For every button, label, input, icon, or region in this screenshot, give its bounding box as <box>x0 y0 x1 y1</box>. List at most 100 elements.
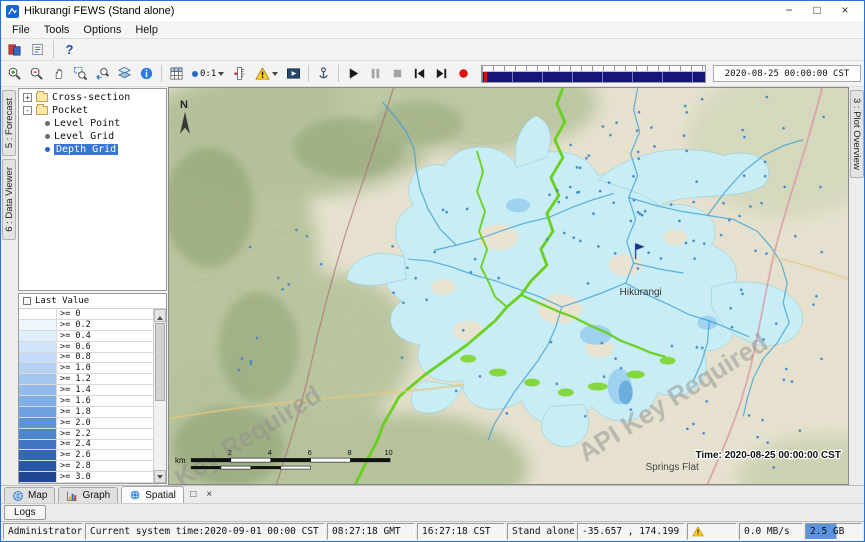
flood-map-svg: API Key Required API Key Required N Hiku… <box>169 88 848 484</box>
view-maximize-button[interactable]: □ <box>187 488 200 502</box>
timeline-slider[interactable] <box>481 65 706 83</box>
legend-label: >= 2.2 <box>57 429 153 439</box>
profile-tool-icon[interactable] <box>313 63 334 84</box>
chevron-down-icon <box>218 72 224 79</box>
skip-to-end-button[interactable] <box>431 63 452 84</box>
tree-row[interactable]: Level Point <box>19 117 166 130</box>
legend-row: >= 2.2 <box>19 429 153 440</box>
help-icon[interactable]: ? <box>59 39 80 60</box>
logs-button[interactable]: Logs <box>4 505 46 520</box>
zoom-previous-icon[interactable] <box>92 63 113 84</box>
record-button[interactable] <box>453 63 474 84</box>
legend-color-swatch <box>19 440 57 450</box>
legend-label: >= 1.0 <box>57 363 153 373</box>
info-icon[interactable] <box>136 63 157 84</box>
pause-button[interactable] <box>365 63 386 84</box>
status-local-time: 16:27:18 CST <box>417 523 505 540</box>
filter-tree: + Cross-section - Pocket Level Point Lev… <box>18 88 167 291</box>
legend-header: Last Value <box>19 294 166 309</box>
maximize-button[interactable]: □ <box>803 2 831 20</box>
toolbar-separator <box>161 65 162 82</box>
last-value-checkbox[interactable] <box>23 297 31 305</box>
menu-file[interactable]: File <box>5 23 37 37</box>
tree-row-selected[interactable]: Depth Grid <box>19 143 166 156</box>
expand-icon[interactable]: + <box>23 93 32 102</box>
legend-table: >= 0 >= 0.2 >= 0.4 <box>19 309 153 483</box>
tab-spatial[interactable]: Spatial <box>121 486 184 503</box>
tree-row[interactable]: + Cross-section <box>19 91 166 104</box>
logs-row: Logs <box>1 503 864 521</box>
svg-text:6: 6 <box>308 448 312 457</box>
legend-label: >= 2.0 <box>57 418 153 428</box>
timeline-cursor[interactable] <box>484 72 487 82</box>
tab-graph[interactable]: Graph <box>58 487 118 503</box>
legend-color-swatch <box>19 396 57 406</box>
timeline-bar[interactable] <box>482 72 705 82</box>
svg-text:8: 8 <box>347 448 351 457</box>
legend-label: >= 1.6 <box>57 396 153 406</box>
map-toolbar: 0:1 <box>1 61 864 87</box>
menu-help[interactable]: Help <box>128 23 165 37</box>
skip-to-start-button[interactable] <box>409 63 430 84</box>
collapse-icon[interactable]: - <box>23 106 32 115</box>
legend-row: >= 1.4 <box>19 385 153 396</box>
menu-tools[interactable]: Tools <box>37 23 77 37</box>
menu-options[interactable]: Options <box>76 23 128 37</box>
layers-icon[interactable] <box>114 63 135 84</box>
legend-label: >= 0.2 <box>57 320 153 330</box>
zoom-out-icon[interactable] <box>26 63 47 84</box>
svg-text:N: N <box>180 99 188 111</box>
database-icon[interactable] <box>4 39 25 60</box>
globe-icon <box>12 490 24 502</box>
legend-row: >= 0.6 <box>19 342 153 353</box>
status-warning-cell[interactable] <box>687 523 737 540</box>
map-view[interactable]: API Key Required API Key Required N Hiku… <box>168 87 849 485</box>
zoom-area-icon[interactable] <box>70 63 91 84</box>
tab-forecast[interactable]: 5 : Forecast <box>2 90 16 156</box>
tree-row[interactable]: Level Grid <box>19 130 166 143</box>
play-button[interactable] <box>343 63 364 84</box>
config-icon[interactable] <box>27 39 48 60</box>
animation-icon[interactable] <box>283 63 304 84</box>
view-close-button[interactable]: × <box>203 488 216 502</box>
current-datetime: 2020-08-25 00:00:00 CST <box>713 65 861 82</box>
chart-icon <box>66 490 78 502</box>
zoom-in-icon[interactable] <box>4 63 25 84</box>
spatial-sphere-icon <box>129 489 141 501</box>
scroll-down-icon[interactable] <box>154 470 166 483</box>
legend-row: >= 2.8 <box>19 461 153 472</box>
tab-plot-overview[interactable]: 3 : Plot Overview <box>850 90 864 178</box>
legend-panel: Last Value >= 0 >= 0.2 <box>18 293 167 484</box>
grid-display-icon[interactable] <box>166 63 187 84</box>
pan-hand-icon[interactable] <box>48 63 69 84</box>
minimize-button[interactable]: − <box>775 2 803 20</box>
scale-ruler-icon[interactable] <box>229 63 250 84</box>
scroll-up-icon[interactable] <box>154 309 166 322</box>
status-download-speed: 0.0 MB/s <box>739 523 803 540</box>
stop-button[interactable] <box>387 63 408 84</box>
status-memory: 2.5 GB <box>805 523 862 540</box>
legend-color-swatch <box>19 309 57 319</box>
warning-icon <box>692 526 704 537</box>
tab-map[interactable]: Map <box>4 487 55 503</box>
legend-row: >= 0.4 <box>19 331 153 342</box>
legend-title: Last Value <box>35 296 89 306</box>
status-system-time: Current system time:2020-09-01 00:00 CST <box>85 523 325 540</box>
legend-scrollbar[interactable] <box>153 309 166 483</box>
warning-dropdown[interactable] <box>251 63 282 84</box>
app-icon <box>6 5 19 18</box>
legend-row: >= 1.2 <box>19 374 153 385</box>
legend-row: >= 2.0 <box>19 418 153 429</box>
close-button[interactable]: × <box>831 2 859 20</box>
svg-text:km: km <box>175 456 186 465</box>
classification-dropdown[interactable]: 0:1 <box>188 63 228 84</box>
legend-body: >= 0 >= 0.2 >= 0.4 <box>19 309 166 483</box>
folder-icon <box>36 106 48 115</box>
scrollbar-thumb[interactable] <box>155 323 165 401</box>
tab-data-viewer[interactable]: 6 : Data Viewer <box>2 159 16 240</box>
legend-label: >= 2.4 <box>57 440 153 450</box>
legend-row: >= 2.4 <box>19 440 153 451</box>
legend-row: >= 0.8 <box>19 353 153 364</box>
node-bullet-icon <box>45 121 50 126</box>
tree-row[interactable]: - Pocket <box>19 104 166 117</box>
